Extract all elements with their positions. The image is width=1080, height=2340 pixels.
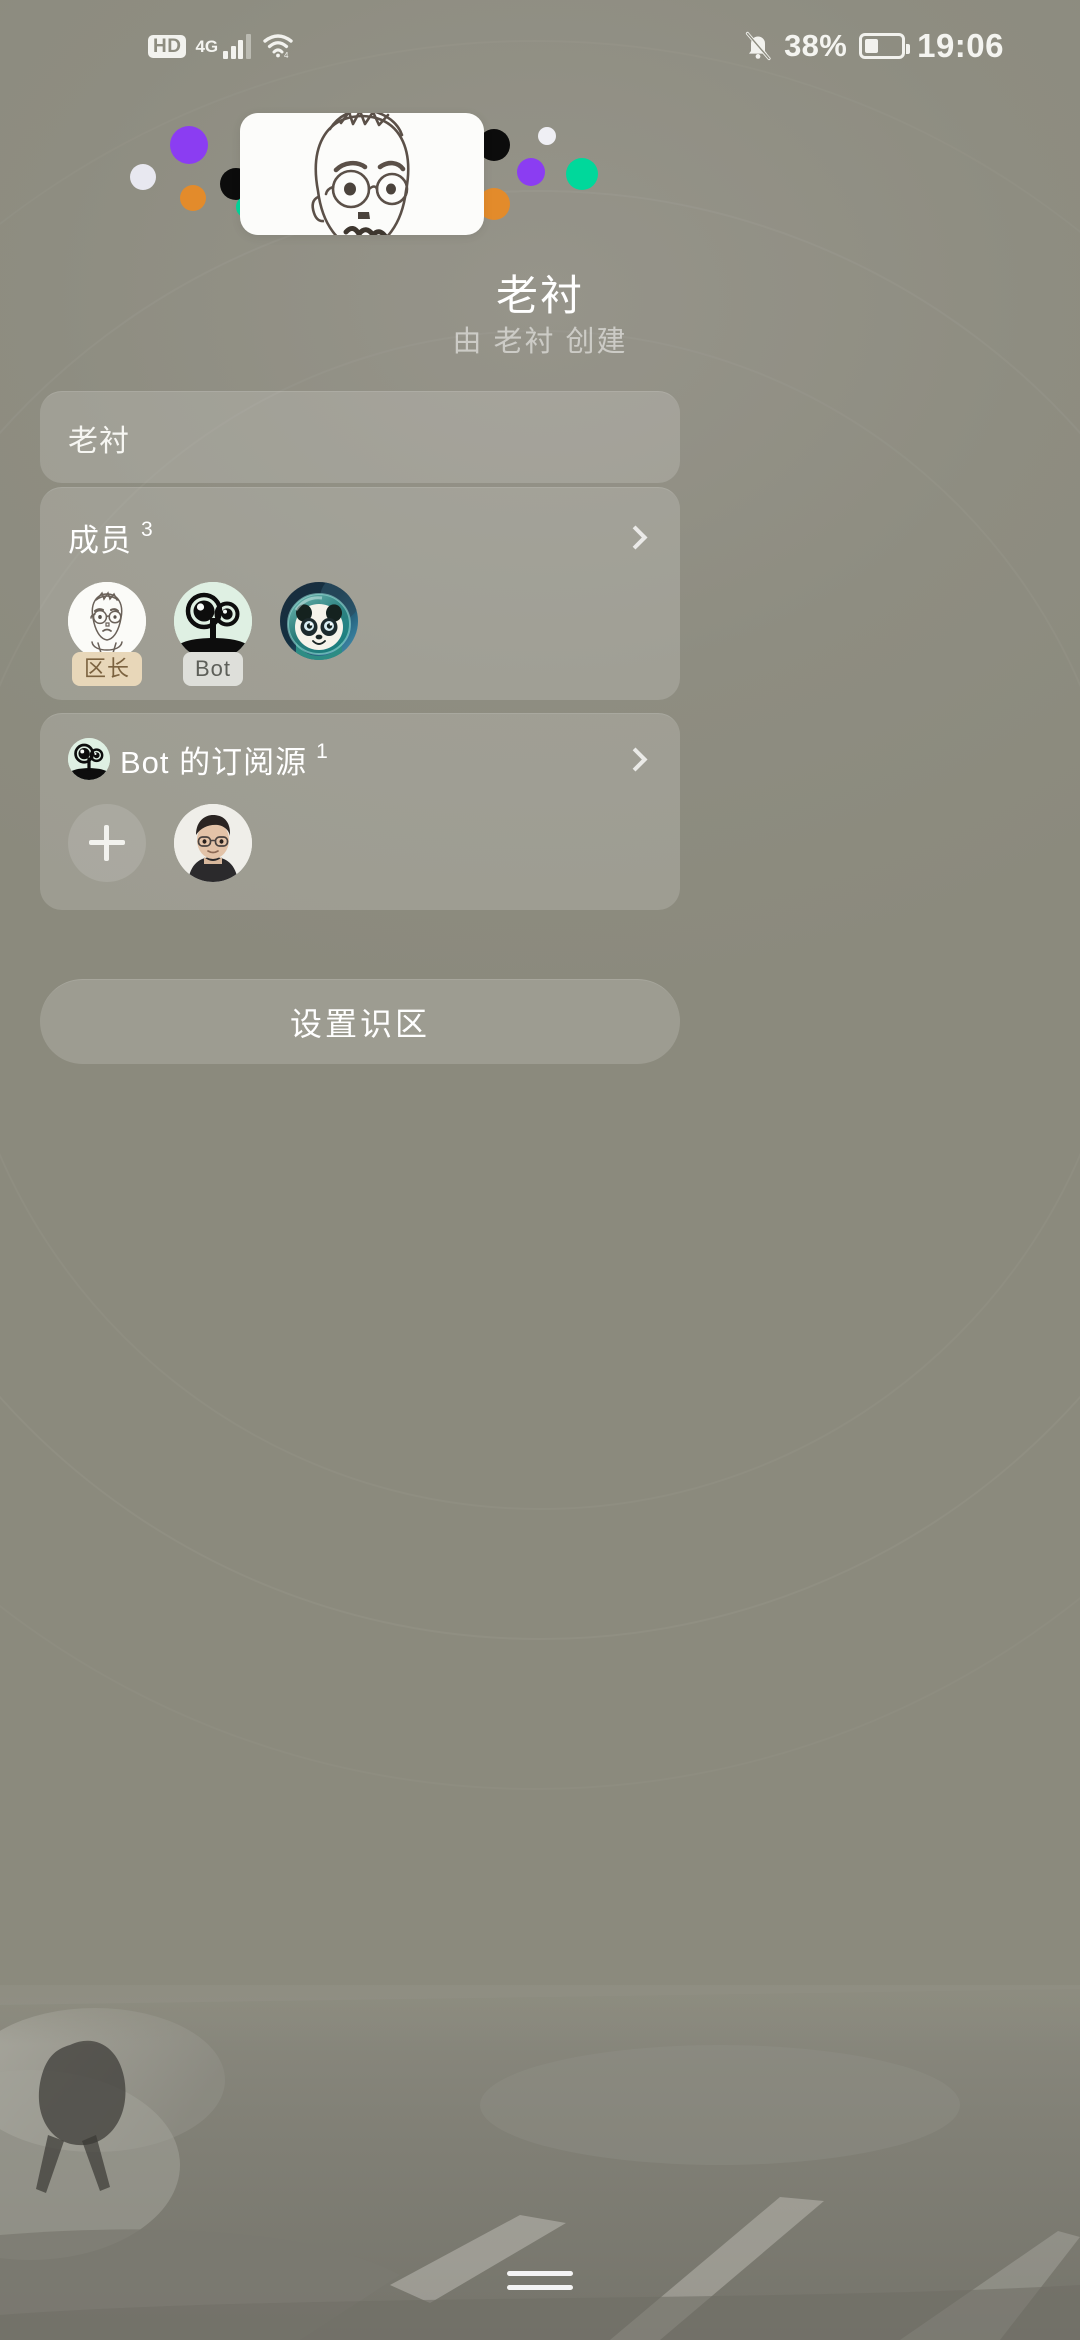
members-card-header[interactable]: 成员 3 [68, 514, 652, 560]
bot-title-group: Bot 的订阅源 1 [68, 737, 328, 782]
dot-white-left [130, 164, 156, 190]
dot-orange-left [180, 185, 206, 211]
members-title: 成员 [68, 522, 132, 558]
system-navigation-bar [0, 2220, 1080, 2340]
add-subscription-button[interactable] [68, 804, 146, 882]
wifi-icon: 4 [262, 33, 293, 59]
members-card[interactable]: 成员 3 区长 Bot [40, 487, 680, 700]
members-count: 3 [141, 517, 153, 541]
dot-green-right [566, 158, 598, 190]
members-avatar-row: 区长 Bot [68, 582, 652, 686]
app-screen: HD 4G 4 38% 19:06 老衬 由 老衬 创建 老衬 成员 3 区长 … [0, 0, 1080, 2340]
status-bar: HD 4G 4 38% 19:06 [0, 0, 1080, 92]
set-zone-button[interactable]: 设置识区 [40, 979, 680, 1064]
bot-card-title: Bot 的订阅源 [120, 744, 308, 780]
members-title-group: 成员 3 [68, 515, 153, 560]
nav-handle-icon[interactable] [507, 2262, 573, 2299]
photo-strip-fade [0, 1985, 1080, 2045]
status-bar-clock: 19:06 [917, 27, 1004, 64]
member-avatar-bot[interactable]: Bot [174, 582, 252, 686]
chevron-right-icon[interactable] [623, 524, 648, 550]
robot-eye-icon [68, 738, 110, 780]
plus-icon [89, 825, 125, 861]
sketch-face-avatar [68, 582, 146, 660]
member-avatar-leader[interactable]: 区长 [68, 582, 146, 686]
status-bar-left: HD 4G 4 [148, 33, 293, 59]
bot-source-count: 1 [316, 739, 328, 763]
group-cover-avatar[interactable] [240, 113, 484, 235]
dot-purple-right [517, 158, 545, 186]
member-badge: Bot [182, 652, 244, 686]
set-zone-button-label: 设置识区 [289, 1006, 430, 1042]
group-name-field[interactable]: 老衬 [40, 391, 680, 483]
member-avatar-panda[interactable] [280, 582, 358, 686]
bot-card-header[interactable]: Bot 的订阅源 1 [68, 736, 652, 782]
subscription-row [68, 804, 652, 882]
network-type-label: 4G [195, 37, 219, 56]
member-badge: 区长 [71, 652, 142, 686]
svg-text:4: 4 [284, 51, 289, 59]
bot-subscription-card[interactable]: Bot 的订阅源 1 [40, 713, 680, 910]
battery-percent-label: 38% [784, 28, 848, 63]
astronaut-panda-avatar [280, 582, 358, 660]
subscription-avatar[interactable] [174, 804, 252, 882]
dot-purple-left [170, 126, 208, 164]
signal-bars-icon [223, 33, 251, 59]
battery-icon [859, 33, 911, 59]
dot-white-right [538, 127, 556, 145]
chevron-right-icon[interactable] [623, 746, 648, 772]
robot-eye-avatar [174, 582, 252, 660]
bell-muted-icon [744, 31, 772, 61]
hd-icon: HD [148, 34, 187, 58]
group-creator-label: 由 老衬 创建 [452, 326, 628, 358]
group-name-value: 老衬 [68, 424, 130, 458]
status-bar-right: 38% 19:06 [744, 27, 1004, 65]
group-name-title: 老衬 [495, 272, 584, 319]
